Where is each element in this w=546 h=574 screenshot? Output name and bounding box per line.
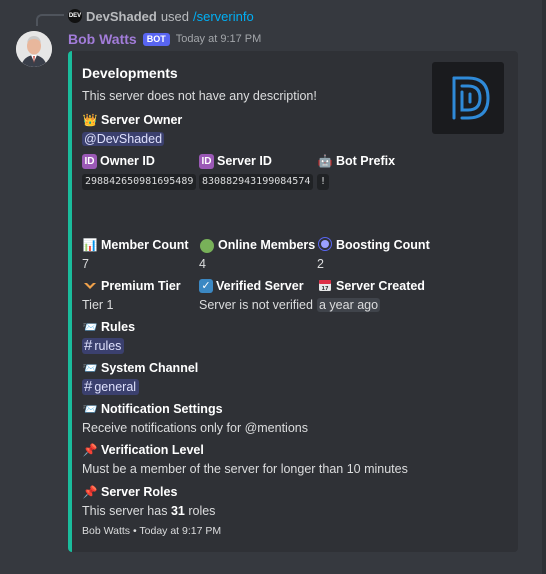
avatar-image: [16, 31, 52, 67]
calendar-icon: 17: [317, 278, 333, 294]
field-value: Server is not verified: [199, 298, 313, 312]
id-icon: ID: [82, 153, 97, 169]
developments-logo-icon: [452, 76, 490, 120]
footer-author: Bob Watts: [82, 525, 131, 537]
field-value: 4: [199, 257, 206, 271]
field-name: Boosting Count: [336, 238, 430, 252]
reply-used-text: used: [160, 8, 190, 24]
field-value: Must be a member of the server for longe…: [82, 462, 408, 476]
reply-username[interactable]: DevShaded: [86, 9, 157, 24]
field-name: Notification Settings: [101, 402, 223, 416]
scrollbar-track[interactable]: [542, 0, 546, 574]
field-name: Server ID: [217, 154, 272, 168]
embed-description: This server does not have any descriptio…: [82, 89, 317, 103]
field-server-id: ID Server ID 830882943199084574: [199, 152, 314, 190]
message-header: Bob Watts BOT Today at 9:17 PM: [68, 30, 261, 48]
field-name: System Channel: [101, 361, 199, 375]
field-server-owner: 👑 Server Owner @DevShaded: [82, 111, 182, 147]
field-boosting-count: Boosting Count 2: [317, 236, 430, 272]
owner-id-code: 298842650981695489: [82, 174, 197, 190]
server-id-code: 830882943199084574: [199, 174, 314, 190]
field-system-channel: 📨 System Channel # general: [82, 359, 198, 395]
field-value: Receive notifications only for @mentions: [82, 421, 308, 435]
green-circle-icon: [199, 237, 215, 253]
field-verified-server: ✓ Verified Server Server is not verified: [199, 277, 313, 313]
nitro-icon: [82, 278, 98, 294]
reply-avatar[interactable]: DEV: [68, 9, 82, 23]
bot-tag: BOT: [142, 32, 170, 46]
field-name: Server Created: [336, 279, 425, 293]
role-count: 31: [170, 504, 185, 518]
field-value: Tier 1: [82, 298, 114, 312]
embed-thumbnail[interactable]: [432, 62, 504, 134]
footer-timestamp: Today at 9:17 PM: [139, 525, 222, 537]
field-name: Online Members: [218, 238, 316, 252]
field-notification-settings: 📨 Notification Settings Receive notifica…: [82, 400, 308, 436]
hash-icon: #: [84, 378, 93, 395]
field-name: Owner ID: [100, 154, 155, 168]
field-member-count: 📊 Member Count 7: [82, 236, 189, 272]
field-server-created: 17 Server Created a year ago: [317, 277, 425, 313]
field-name: Verified Server: [216, 279, 304, 293]
owner-mention[interactable]: @DevShaded: [82, 132, 165, 146]
reply-command[interactable]: /serverinfo: [193, 9, 254, 24]
field-name: Premium Tier: [101, 279, 181, 293]
field-value: 7: [82, 257, 89, 271]
channel-mention-general[interactable]: # general: [82, 378, 140, 395]
field-name: Server Owner: [101, 113, 183, 127]
field-value: 2: [317, 257, 324, 271]
field-name: Server Roles: [101, 485, 178, 499]
id-icon: ID: [199, 153, 214, 169]
field-name: Rules: [101, 320, 136, 334]
avatar[interactable]: [16, 31, 52, 67]
field-name: Verification Level: [101, 443, 204, 457]
bar-chart-icon: 📊: [82, 238, 98, 252]
footer-separator: •: [132, 525, 137, 537]
svg-text:17: 17: [322, 286, 329, 292]
hash-icon: #: [84, 337, 93, 354]
reply-connector: [36, 14, 64, 26]
envelope-icon: 📨: [82, 361, 98, 375]
envelope-icon: 📨: [82, 320, 98, 334]
embed: Developments This server does not have a…: [68, 51, 518, 552]
crown-icon: 👑: [82, 113, 98, 127]
envelope-icon: 📨: [82, 402, 98, 416]
reply-reference[interactable]: DEV DevShaded used /serverinfo: [68, 8, 254, 24]
field-bot-prefix: 🤖 Bot Prefix !: [317, 152, 396, 190]
boost-icon: [317, 237, 333, 253]
embed-title[interactable]: Developments: [82, 65, 178, 81]
field-rules: 📨 Rules # rules: [82, 318, 135, 354]
field-premium-tier: Premium Tier Tier 1: [82, 277, 181, 313]
field-name: Bot Prefix: [336, 154, 396, 168]
field-name: Member Count: [101, 238, 189, 252]
field-online-members: Online Members 4: [199, 236, 315, 272]
pin-icon: 📌: [82, 485, 98, 499]
field-server-roles: 📌 Server Roles This server has 31 roles: [82, 483, 215, 519]
embed-footer: Bob Watts • Today at 9:17 PM: [82, 525, 221, 537]
channel-mention-rules[interactable]: # rules: [82, 337, 125, 354]
field-value: This server has 31 roles: [82, 504, 216, 518]
pin-icon: 📌: [82, 443, 98, 457]
check-icon: ✓: [199, 279, 213, 293]
bot-prefix-code: !: [317, 174, 330, 190]
field-verification-level: 📌 Verification Level Must be a member of…: [82, 441, 408, 477]
message-username[interactable]: Bob Watts: [68, 31, 137, 47]
field-owner-id: ID Owner ID 298842650981695489: [82, 152, 197, 190]
message-timestamp[interactable]: Today at 9:17 PM: [176, 33, 262, 45]
robot-icon: 🤖: [317, 154, 333, 168]
created-timestamp[interactable]: a year ago: [317, 298, 381, 312]
